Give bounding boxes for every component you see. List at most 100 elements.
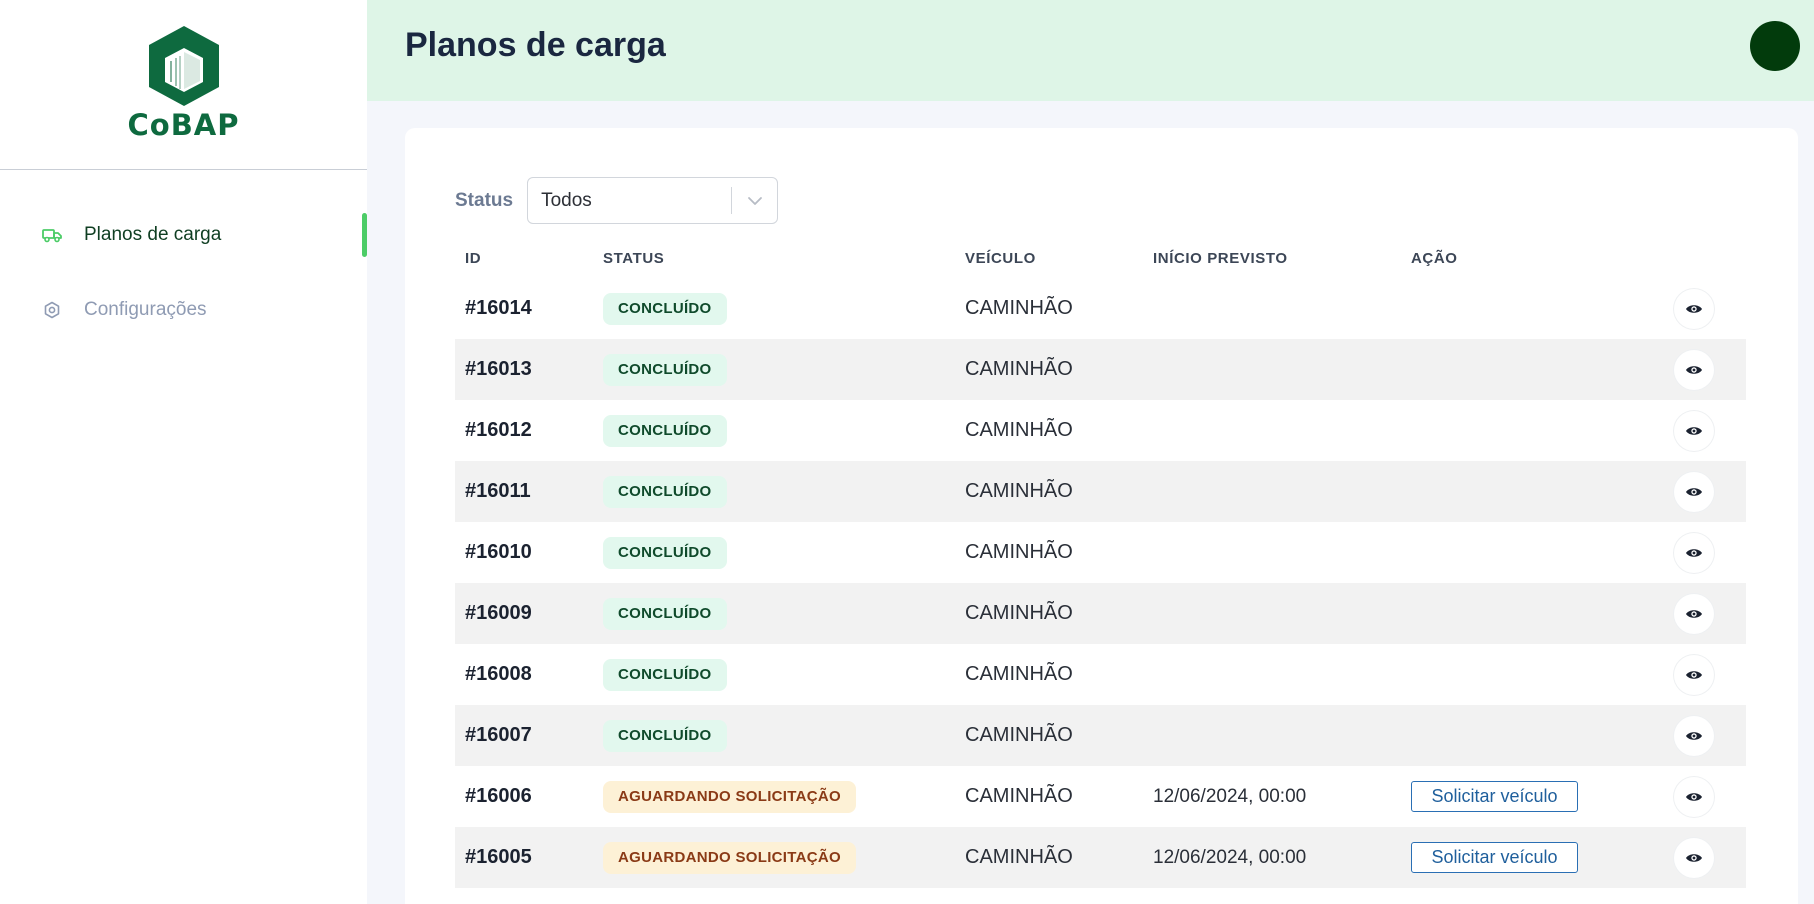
page-title: Planos de carga (405, 26, 666, 64)
vehicle-cell: CAMINHÃO (965, 480, 1073, 502)
vehicle-cell: CAMINHÃO (965, 541, 1073, 563)
table-row: #16012 CONCLUÍDO CAMINHÃO (455, 400, 1746, 461)
view-button[interactable] (1674, 593, 1714, 634)
table-header: ID STATUS VEÍCULO INÍCIO PREVISTO AÇÃO (455, 246, 1746, 278)
vehicle-cell: CAMINHÃO (965, 724, 1073, 746)
eye-icon (1685, 364, 1703, 376)
status-badge: CONCLUÍDO (603, 292, 727, 325)
row-id: #16010 (465, 541, 532, 563)
chevron-down-icon[interactable] (732, 196, 777, 206)
status-badge: CONCLUÍDO (603, 658, 727, 691)
vehicle-cell: CAMINHÃO (965, 785, 1073, 807)
row-id: #16008 (465, 663, 532, 685)
cobap-logo-icon (148, 26, 219, 106)
action-cell: Solicitar veículo (1411, 766, 1578, 827)
vehicle-cell: CAMINHÃO (965, 602, 1073, 624)
column-header-action: AÇÃO (1411, 250, 1458, 267)
status-badge: AGUARDANDO SOLICITAÇÃO (603, 780, 856, 813)
status-filter: Status Todos (455, 177, 779, 224)
status-cell: AGUARDANDO SOLICITAÇÃO (603, 766, 856, 827)
view-button[interactable] (1674, 471, 1714, 512)
eye-icon (1685, 608, 1703, 620)
top-header: Planos de carga (367, 0, 1814, 101)
view-button[interactable] (1674, 776, 1714, 817)
start-date-cell: 12/06/2024, 00:00 (1153, 785, 1307, 807)
status-badge: CONCLUÍDO (603, 536, 727, 569)
sidebar: CoBAP Planos de carga Configurações (0, 0, 367, 904)
eye-icon (1685, 425, 1703, 437)
table-row: #16014 CONCLUÍDO CAMINHÃO (455, 278, 1746, 339)
view-cell (1674, 644, 1714, 705)
sidebar-nav: Planos de carga Configurações (0, 170, 367, 332)
row-id: #16009 (465, 602, 532, 624)
eye-icon (1685, 791, 1703, 803)
status-cell: CONCLUÍDO (603, 583, 727, 644)
column-header-start: INÍCIO PREVISTO (1153, 250, 1288, 267)
active-indicator (362, 213, 367, 257)
row-id: #16011 (465, 480, 531, 502)
row-id: #16005 (465, 846, 532, 868)
row-id: #16012 (465, 419, 532, 441)
table-row: #16013 CONCLUÍDO CAMINHÃO (455, 339, 1746, 400)
eye-icon (1685, 486, 1703, 498)
view-cell (1674, 400, 1714, 461)
brand-name: CoBAP (127, 108, 240, 142)
status-badge: CONCLUÍDO (603, 353, 727, 386)
view-button[interactable] (1674, 715, 1714, 756)
view-button[interactable] (1674, 349, 1714, 390)
view-button[interactable] (1674, 532, 1714, 573)
vehicle-cell: CAMINHÃO (965, 846, 1073, 868)
vehicle-cell: CAMINHÃO (965, 663, 1073, 685)
vehicle-cell: CAMINHÃO (965, 419, 1073, 441)
status-badge: CONCLUÍDO (603, 414, 727, 447)
view-cell (1674, 339, 1714, 400)
view-cell (1674, 827, 1714, 888)
table-row: #16010 CONCLUÍDO CAMINHÃO (455, 522, 1746, 583)
action-cell: Solicitar veículo (1411, 827, 1578, 888)
row-id: #16013 (465, 358, 532, 380)
eye-icon (1685, 669, 1703, 681)
eye-icon (1685, 730, 1703, 742)
avatar[interactable] (1750, 21, 1800, 71)
row-id: #16007 (465, 724, 532, 746)
row-id: #16014 (465, 297, 532, 319)
settings-icon (42, 300, 62, 320)
table-row: #16006 AGUARDANDO SOLICITAÇÃO CAMINHÃO 12/0… (455, 766, 1746, 827)
status-badge: AGUARDANDO SOLICITAÇÃO (603, 841, 856, 874)
status-cell: CONCLUÍDO (603, 644, 727, 705)
view-cell (1674, 766, 1714, 827)
view-button[interactable] (1674, 288, 1714, 329)
view-cell (1674, 278, 1714, 339)
request-vehicle-button[interactable]: Solicitar veículo (1411, 842, 1578, 873)
status-select-value: Todos (541, 189, 592, 211)
sidebar-item-label: Configurações (84, 299, 207, 320)
status-cell: CONCLUÍDO (603, 522, 727, 583)
sidebar-item-planos-de-carga[interactable]: Planos de carga (0, 213, 367, 257)
sidebar-item-label: Planos de carga (84, 224, 222, 245)
status-cell: CONCLUÍDO (603, 461, 727, 522)
status-cell: AGUARDANDO SOLICITAÇÃO (603, 827, 856, 888)
table-row: #16011 CONCLUÍDO CAMINHÃO (455, 461, 1746, 522)
status-badge: CONCLUÍDO (603, 597, 727, 630)
status-badge: CONCLUÍDO (603, 475, 727, 508)
status-cell: CONCLUÍDO (603, 278, 727, 339)
status-cell: CONCLUÍDO (603, 400, 727, 461)
column-header-status: STATUS (603, 250, 665, 267)
sidebar-item-configuracoes[interactable]: Configurações (0, 288, 367, 332)
table-row: #16007 CONCLUÍDO CAMINHÃO (455, 705, 1746, 766)
status-cell: CONCLUÍDO (603, 339, 727, 400)
status-select[interactable]: Todos (527, 177, 779, 224)
view-cell (1674, 461, 1714, 522)
table-row: #16005 AGUARDANDO SOLICITAÇÃO CAMINHÃO 12/0… (455, 827, 1746, 888)
view-button[interactable] (1674, 837, 1714, 878)
request-vehicle-button[interactable]: Solicitar veículo (1411, 781, 1578, 812)
status-filter-label: Status (455, 189, 514, 211)
view-cell (1674, 583, 1714, 644)
view-button[interactable] (1674, 654, 1714, 695)
table-row: #16008 CONCLUÍDO CAMINHÃO (455, 644, 1746, 705)
view-button[interactable] (1674, 410, 1714, 451)
eye-icon (1685, 547, 1703, 559)
view-cell (1674, 705, 1714, 766)
truck-icon (42, 225, 62, 245)
cargo-plans-table: ID STATUS VEÍCULO INÍCIO PREVISTO AÇÃO #… (455, 246, 1746, 888)
